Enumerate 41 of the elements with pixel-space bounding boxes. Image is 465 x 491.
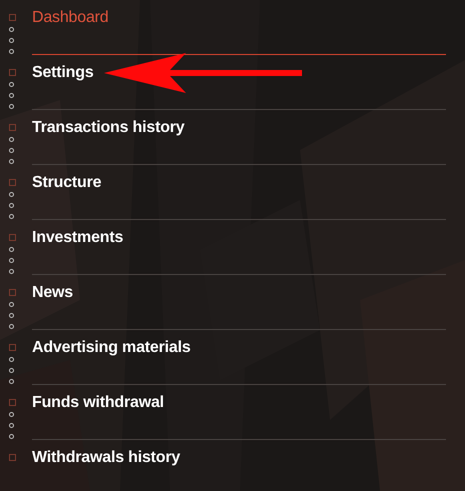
dot-icon	[9, 27, 14, 32]
square-bullet-icon	[9, 179, 16, 186]
square-bullet-icon	[9, 399, 16, 406]
menu-item[interactable]: Dashboard	[32, 0, 446, 55]
dot-icon	[9, 203, 14, 208]
dot-icon	[9, 379, 14, 384]
menu-item[interactable]: Advertising materials	[32, 330, 446, 385]
menu-item[interactable]: Transactions history	[32, 110, 446, 165]
dot-icon	[9, 269, 14, 274]
menu-item[interactable]: Withdrawals history	[32, 440, 446, 491]
menu-item[interactable]: News	[32, 275, 446, 330]
menu-item[interactable]: Structure	[32, 165, 446, 220]
square-bullet-icon	[9, 14, 16, 21]
dot-icon	[9, 214, 14, 219]
square-bullet-icon	[9, 344, 16, 351]
dot-icon	[9, 258, 14, 263]
dot-icon	[9, 82, 14, 87]
square-bullet-icon	[9, 69, 16, 76]
dot-icon	[9, 247, 14, 252]
dot-icon	[9, 434, 14, 439]
dot-icon	[9, 159, 14, 164]
dot-icon	[9, 423, 14, 428]
menu-item[interactable]: Funds withdrawal	[32, 385, 446, 440]
dot-icon	[9, 368, 14, 373]
dot-icon	[9, 412, 14, 417]
dot-icon	[9, 148, 14, 153]
square-bullet-icon	[9, 234, 16, 241]
square-bullet-icon	[9, 454, 16, 461]
dot-icon	[9, 104, 14, 109]
dot-icon	[9, 324, 14, 329]
square-bullet-icon	[9, 124, 16, 131]
dot-icon	[9, 357, 14, 362]
dot-icon	[9, 38, 14, 43]
square-bullet-icon	[9, 289, 16, 296]
dot-icon	[9, 49, 14, 54]
dot-icon	[9, 192, 14, 197]
dot-icon	[9, 93, 14, 98]
menu-item[interactable]: Investments	[32, 220, 446, 275]
dot-icon	[9, 313, 14, 318]
dot-icon	[9, 137, 14, 142]
dot-icon	[9, 302, 14, 307]
